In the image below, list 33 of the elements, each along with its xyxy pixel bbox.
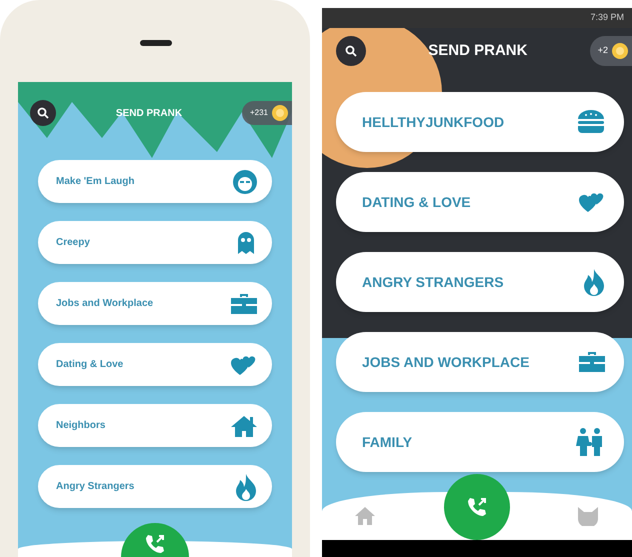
flame-icon [582, 268, 606, 296]
hearts-icon [576, 190, 606, 214]
category-button[interactable]: FAMILY [336, 412, 624, 472]
phone-icon [466, 496, 488, 518]
category-button[interactable]: ANGRY STRANGERS [336, 252, 624, 312]
category-button[interactable]: Creepy [38, 221, 272, 264]
speaker-grille [140, 40, 172, 46]
face-icon [232, 168, 258, 194]
category-button[interactable]: Neighbors [38, 404, 272, 447]
category-button[interactable]: JOBS AND WORKPLACE [336, 332, 624, 392]
coin-balance[interactable]: +2 [590, 36, 632, 66]
house-icon [230, 414, 258, 438]
cat-icon[interactable] [576, 506, 600, 526]
screen-title: SEND PRANK [428, 40, 528, 61]
coin-icon [272, 105, 288, 121]
flame-icon [234, 472, 258, 500]
phone-icon [144, 533, 166, 555]
status-time: 7:39 PM [590, 11, 624, 24]
category-button[interactable]: HELLTHYJUNKFOOD [336, 92, 624, 152]
coin-balance[interactable]: +231 [242, 101, 292, 125]
home-icon[interactable] [354, 506, 376, 526]
category-button[interactable]: Angry Strangers [38, 465, 272, 508]
briefcase-icon [578, 350, 606, 374]
coin-icon [612, 43, 628, 59]
search-icon [345, 45, 357, 57]
category-button[interactable]: DATING & LOVE [336, 172, 624, 232]
burger-icon [576, 109, 606, 135]
briefcase-icon [230, 292, 258, 316]
category-button[interactable]: Make 'Em Laugh [38, 160, 272, 203]
category-button[interactable]: Jobs and Workplace [38, 282, 272, 325]
category-button[interactable]: Dating & Love [38, 343, 272, 386]
search-icon [37, 107, 49, 119]
screen-title: SEND PRANK [116, 106, 182, 120]
